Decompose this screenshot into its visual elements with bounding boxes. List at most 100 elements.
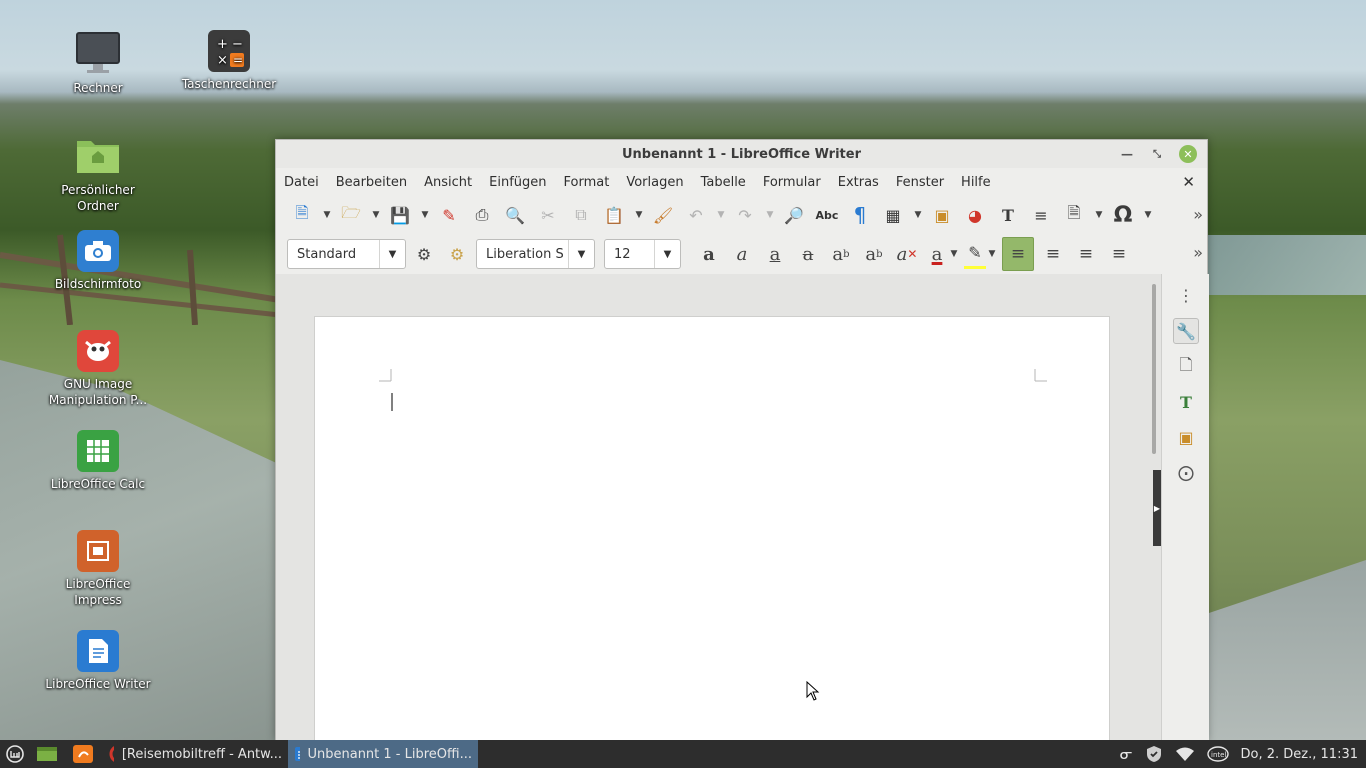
cut-icon[interactable]: ✂ <box>534 201 562 229</box>
open-folder-icon[interactable]: 🗁 <box>337 201 365 229</box>
insert-field-icon[interactable]: 🗎 <box>1060 201 1088 229</box>
open-dropdown-icon[interactable]: ▼ <box>370 201 382 229</box>
align-center-button[interactable]: ≡ <box>1039 239 1067 269</box>
desktop-icon-persoenlicher-ordner[interactable]: Persönlicher Ordner <box>43 132 153 214</box>
menu-vorlagen[interactable]: Vorlagen <box>626 175 683 190</box>
desktop-icon-libreoffice-impress[interactable]: LibreOffice Impress <box>43 530 153 608</box>
print-icon[interactable]: ⎙ <box>468 201 496 229</box>
new-style-icon[interactable]: ⚙ <box>443 239 471 269</box>
find-replace-icon[interactable]: 🔎 <box>780 201 808 229</box>
chevron-down-icon[interactable]: ▼ <box>568 240 594 268</box>
firefox-launcher-icon[interactable] <box>64 740 102 768</box>
align-left-button[interactable]: ≡ <box>1002 237 1034 271</box>
italic-icon[interactable]: a <box>728 239 756 269</box>
menu-extras[interactable]: Extras <box>838 175 879 190</box>
insert-image-icon[interactable]: ▣ <box>928 201 956 229</box>
properties-icon[interactable]: 🔧 <box>1173 318 1199 344</box>
spelling-icon[interactable]: Abc <box>813 201 841 229</box>
subscript-icon[interactable]: ab <box>860 239 888 269</box>
font-size-select[interactable]: 12 ▼ <box>604 239 681 269</box>
menu-start-icon[interactable] <box>0 740 30 768</box>
wifi-icon[interactable] <box>1169 740 1201 768</box>
table-dropdown-icon[interactable]: ▼ <box>912 201 924 229</box>
menu-einfuegen[interactable]: Einfügen <box>489 175 546 190</box>
new-document-icon[interactable]: 🗎 <box>288 201 316 229</box>
align-right-button[interactable]: ≡ <box>1072 239 1100 269</box>
menu-datei[interactable]: Datei <box>284 175 319 190</box>
superscript-icon[interactable]: ab <box>827 239 855 269</box>
clone-formatting-icon[interactable]: 🖌 <box>649 201 677 229</box>
special-character-icon[interactable]: Ω <box>1109 201 1137 229</box>
special-char-dropdown-icon[interactable]: ▼ <box>1142 201 1154 229</box>
update-style-icon[interactable]: ⚙ <box>410 239 438 269</box>
taskbar-item-writer[interactable]: Unbenannt 1 - LibreOffi... <box>288 740 478 768</box>
field-dropdown-icon[interactable]: ▼ <box>1093 201 1105 229</box>
new-dropdown-icon[interactable]: ▼ <box>321 201 333 229</box>
desktop-icon-bildschirmfoto[interactable]: Bildschirmfoto <box>43 230 153 292</box>
styles-icon[interactable]: T <box>1173 389 1199 415</box>
document-page[interactable] <box>314 316 1110 742</box>
toolbar-overflow-icon[interactable]: » <box>1193 205 1203 224</box>
highlight-dropdown-icon[interactable]: ▼ <box>986 240 998 268</box>
underline-icon[interactable]: a <box>761 239 789 269</box>
menu-formular[interactable]: Formular <box>763 175 821 190</box>
print-preview-icon[interactable]: 🔍 <box>501 201 529 229</box>
formatting-marks-icon[interactable]: ¶ <box>846 201 874 229</box>
menu-format[interactable]: Format <box>564 175 610 190</box>
paste-icon[interactable]: 📋 <box>600 201 628 229</box>
chevron-down-icon[interactable]: ▼ <box>654 240 680 268</box>
page-icon[interactable]: 🗋 <box>1173 354 1199 380</box>
undo-icon[interactable]: ↶ <box>682 201 710 229</box>
gallery-icon[interactable]: ▣ <box>1173 424 1199 450</box>
window-titlebar[interactable]: Unbenannt 1 - LibreOffice Writer — ⤡ ✕ <box>276 140 1207 168</box>
paste-dropdown-icon[interactable]: ▼ <box>633 201 645 229</box>
highlight-icon[interactable]: ✎ <box>964 239 986 269</box>
font-name-select[interactable]: Liberation S ▼ <box>476 239 595 269</box>
desktop-icon-taschenrechner[interactable]: + − × = Taschenrechner <box>174 30 284 92</box>
clock[interactable]: Do, 2. Dez., 11:31 <box>1235 740 1366 768</box>
menu-tabelle[interactable]: Tabelle <box>701 175 746 190</box>
bold-icon[interactable]: a <box>695 239 723 269</box>
menu-ansicht[interactable]: Ansicht <box>424 175 472 190</box>
insert-pagebreak-icon[interactable]: ≡ <box>1027 201 1055 229</box>
justify-button[interactable]: ≡ <box>1105 239 1133 269</box>
save-dropdown-icon[interactable]: ▼ <box>419 201 431 229</box>
redo-dropdown-icon[interactable]: ▼ <box>764 201 776 229</box>
paragraph-style-select[interactable]: Standard ▼ <box>287 239 406 269</box>
font-color-dropdown-icon[interactable]: ▼ <box>948 240 960 268</box>
clear-formatting-icon[interactable]: a ✕ <box>893 239 921 269</box>
show-desktop-icon[interactable] <box>30 740 64 768</box>
minimize-icon[interactable]: — <box>1118 145 1136 163</box>
insert-table-icon[interactable]: ▦ <box>879 201 907 229</box>
sidebar-collapse-handle[interactable]: ▶ <box>1153 470 1161 546</box>
save-icon[interactable]: 💾 <box>386 201 414 229</box>
font-color-icon[interactable]: a <box>926 239 948 269</box>
desktop-icon-rechner[interactable]: Rechner <box>43 30 153 96</box>
desktop-icon-libreoffice-writer[interactable]: LibreOffice Writer <box>43 630 153 692</box>
desktop-icon-gimp[interactable]: GNU Image Manipulation P... <box>43 330 153 408</box>
copy-icon[interactable]: ⧉ <box>567 201 595 229</box>
undo-dropdown-icon[interactable]: ▼ <box>715 201 727 229</box>
desktop-icon-libreoffice-calc[interactable]: LibreOffice Calc <box>43 430 153 492</box>
shield-icon[interactable] <box>1139 740 1169 768</box>
menu-fenster[interactable]: Fenster <box>896 175 944 190</box>
close-document-icon[interactable]: ✕ <box>1182 173 1195 191</box>
chevron-down-icon[interactable]: ▼ <box>379 240 405 268</box>
strikethrough-icon[interactable]: a <box>794 239 822 269</box>
close-window-button[interactable]: ✕ <box>1179 145 1197 163</box>
menu-bearbeiten[interactable]: Bearbeiten <box>336 175 407 190</box>
insert-textbox-icon[interactable]: T <box>994 201 1022 229</box>
intel-icon[interactable]: intel <box>1201 740 1235 768</box>
export-pdf-icon[interactable]: ✎ <box>435 201 463 229</box>
menu-hilfe[interactable]: Hilfe <box>961 175 991 190</box>
navigator-icon[interactable]: ⨀ <box>1173 459 1199 485</box>
scrollbar-thumb[interactable] <box>1152 284 1156 454</box>
sidebar-menu-icon[interactable]: ⋮ <box>1173 282 1199 308</box>
redo-icon[interactable]: ↷ <box>731 201 759 229</box>
taskbar-item-browser[interactable]: [Reisemobiltreff - Antw... <box>102 740 288 768</box>
formatting-overflow-icon[interactable]: » <box>1193 243 1203 262</box>
insert-chart-icon[interactable]: ◕ <box>961 201 989 229</box>
bluetooth-icon[interactable]: ᓂ <box>1114 740 1139 768</box>
document-area[interactable] <box>276 274 1161 742</box>
maximize-icon[interactable]: ⤡ <box>1148 145 1166 163</box>
